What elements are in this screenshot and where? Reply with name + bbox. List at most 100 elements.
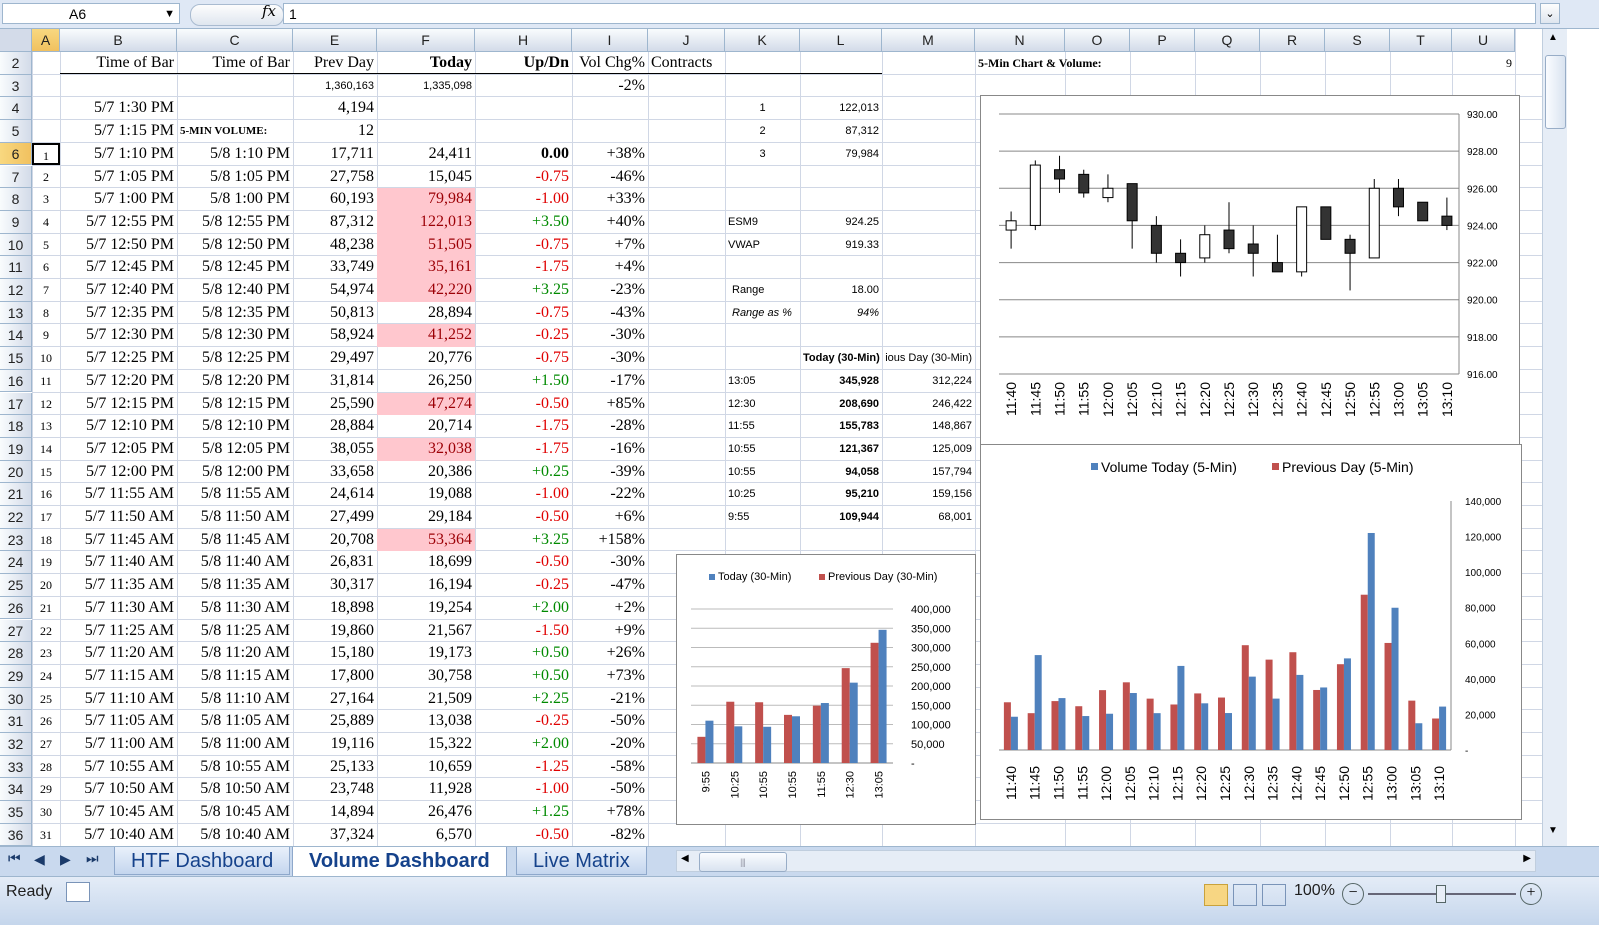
thirty-min-prev[interactable]: 125,009 bbox=[882, 438, 975, 461]
prev-day-volume-cell[interactable]: 29,497 bbox=[293, 347, 377, 370]
prev-time-cell[interactable]: 5/7 10:40 AM bbox=[60, 824, 177, 846]
row-number-cell[interactable]: 17 bbox=[32, 506, 60, 529]
total-prev-day[interactable]: 1,360,163 bbox=[293, 75, 377, 98]
vwap-value[interactable]: 919.33 bbox=[800, 234, 882, 257]
up-dn-cell[interactable]: 0.00 bbox=[475, 143, 572, 166]
today-time-cell[interactable]: 5/8 12:55 PM bbox=[177, 211, 293, 234]
today-time-cell[interactable]: 5/8 11:10 AM bbox=[177, 688, 293, 711]
thirty-min-prev[interactable]: 312,224 bbox=[882, 370, 975, 393]
up-dn-cell[interactable]: -0.50 bbox=[475, 506, 572, 529]
scroll-left-icon[interactable]: ◀ bbox=[681, 853, 689, 864]
row-header-8[interactable]: 8 bbox=[0, 188, 32, 211]
prev-day-volume-cell[interactable]: 37,324 bbox=[293, 824, 377, 846]
prev-day-volume-cell[interactable]: 27,499 bbox=[293, 506, 377, 529]
prev-day-volume-cell[interactable]: 48,238 bbox=[293, 234, 377, 257]
page-layout-view-icon[interactable] bbox=[1233, 884, 1257, 906]
prev-day-volume-cell[interactable]: 27,758 bbox=[293, 166, 377, 189]
row-number-cell[interactable]: 3 bbox=[32, 188, 60, 211]
today-volume-cell[interactable]: 41,252 bbox=[377, 324, 475, 348]
thirty-min-time[interactable]: 11:55 bbox=[725, 415, 800, 438]
today-volume-cell[interactable]: 26,250 bbox=[377, 370, 475, 393]
prev-day-volume-cell[interactable]: 38,055 bbox=[293, 438, 377, 461]
scroll-up-icon[interactable]: ▲ bbox=[1548, 32, 1558, 43]
column-header-o[interactable]: O bbox=[1065, 29, 1130, 52]
prev-day-volume-cell[interactable]: 27,164 bbox=[293, 688, 377, 711]
column-header-k[interactable]: K bbox=[725, 29, 800, 52]
prev-time-cell[interactable]: 5/7 11:15 AM bbox=[60, 665, 177, 688]
thirty-min-time[interactable]: 10:55 bbox=[725, 461, 800, 484]
row-number-cell[interactable]: 12 bbox=[32, 393, 60, 416]
today-time-cell[interactable]: 5/8 1:00 PM bbox=[177, 188, 293, 211]
today-volume-cell[interactable]: 19,254 bbox=[377, 597, 475, 620]
thirty-min-today[interactable]: 94,058 bbox=[800, 461, 882, 484]
vol-chg-cell[interactable]: -20% bbox=[572, 733, 648, 756]
prev-time-cell[interactable]: 5/7 10:55 AM bbox=[60, 756, 177, 779]
prev-day-volume-cell[interactable]: 60,193 bbox=[293, 188, 377, 211]
header-prev-day[interactable]: Prev Day bbox=[293, 52, 377, 75]
rank-value-cell[interactable]: 87,312 bbox=[800, 120, 882, 143]
prev-day-volume-cell[interactable]: 54,974 bbox=[293, 279, 377, 302]
today-time-cell[interactable]: 5/8 12:40 PM bbox=[177, 279, 293, 302]
up-dn-cell[interactable]: +2.25 bbox=[475, 688, 572, 711]
prev-day-volume-cell[interactable]: 15,180 bbox=[293, 642, 377, 665]
prev-time-cell[interactable]: 5/7 12:15 PM bbox=[60, 393, 177, 416]
today-volume-cell[interactable]: 13,038 bbox=[377, 710, 475, 733]
header-contracts[interactable]: Contracts bbox=[648, 52, 725, 75]
up-dn-cell[interactable]: +2.00 bbox=[475, 733, 572, 756]
prev-time-cell[interactable]: 5/7 11:05 AM bbox=[60, 710, 177, 733]
column-header-f[interactable]: F bbox=[377, 29, 475, 52]
today-volume-cell[interactable]: 29,184 bbox=[377, 506, 475, 529]
up-dn-cell[interactable]: -1.00 bbox=[475, 188, 572, 211]
row-number-cell[interactable]: 24 bbox=[32, 665, 60, 688]
today-time-cell[interactable]: 5/8 11:00 AM bbox=[177, 733, 293, 756]
vol-chg-cell[interactable]: +33% bbox=[572, 188, 648, 211]
up-dn-cell[interactable]: -1.00 bbox=[475, 778, 572, 801]
thirty-min-today[interactable]: 155,783 bbox=[800, 415, 882, 438]
row-header-6[interactable]: 6 bbox=[0, 142, 32, 166]
prev-time-cell[interactable]: 5/7 12:05 PM bbox=[60, 438, 177, 461]
vol-chg-cell[interactable]: +73% bbox=[572, 665, 648, 688]
header-time-of-bar[interactable]: Time of Bar bbox=[60, 52, 177, 75]
scroll-down-icon[interactable]: ▼ bbox=[1548, 825, 1558, 836]
column-header-s[interactable]: S bbox=[1325, 29, 1390, 52]
row-number-cell[interactable]: 20 bbox=[32, 574, 60, 597]
candlestick-chart[interactable]: 916.00 918.00 920.00 922.00 924.00 926.00 928.… bbox=[980, 95, 1520, 445]
vol-chg-cell[interactable]: -30% bbox=[572, 551, 648, 574]
column-header-m[interactable]: M bbox=[882, 29, 975, 52]
today-volume-cell[interactable]: 20,386 bbox=[377, 461, 475, 484]
today-time-cell[interactable]: 5/8 11:15 AM bbox=[177, 665, 293, 688]
today-time-cell[interactable]: 5/8 11:35 AM bbox=[177, 574, 293, 597]
rank-cell[interactable]: 3 bbox=[725, 143, 800, 166]
today-volume-cell[interactable]: 19,088 bbox=[377, 483, 475, 506]
today-volume-cell[interactable]: 122,013 bbox=[377, 210, 475, 234]
up-dn-cell[interactable]: +0.50 bbox=[475, 642, 572, 665]
today-time-cell[interactable]: 5/8 12:30 PM bbox=[177, 324, 293, 347]
today-time-cell[interactable]: 5/8 12:00 PM bbox=[177, 461, 293, 484]
prev-day-volume-cell[interactable]: 25,590 bbox=[293, 393, 377, 416]
today-volume-cell[interactable]: 11,928 bbox=[377, 778, 475, 801]
today-volume-cell[interactable]: 18,699 bbox=[377, 551, 475, 574]
vol-chg-cell[interactable]: -21% bbox=[572, 688, 648, 711]
vol-chg-cell[interactable]: -30% bbox=[572, 347, 648, 370]
row-number-cell[interactable]: 13 bbox=[32, 415, 60, 438]
today-volume-cell[interactable]: 15,045 bbox=[377, 166, 475, 189]
row-header-11[interactable]: 11 bbox=[0, 256, 32, 279]
thirty-min-prev[interactable]: 157,794 bbox=[882, 461, 975, 484]
prev-sheet-icon[interactable]: ◀ bbox=[34, 852, 45, 869]
column-header-l[interactable]: L bbox=[800, 29, 882, 52]
today-volume-cell[interactable]: 19,173 bbox=[377, 642, 475, 665]
prev-day-volume-cell[interactable]: 19,860 bbox=[293, 620, 377, 643]
prev-day-volume-cell[interactable]: 58,924 bbox=[293, 324, 377, 347]
row-header-31[interactable]: 31 bbox=[0, 710, 32, 733]
vertical-scrollbar[interactable]: ▲ ▼ bbox=[1542, 29, 1567, 846]
row-header-26[interactable]: 26 bbox=[0, 596, 32, 620]
cell-grid[interactable]: A B C E F H I J K L M N O P Q R S T U 2 3 4 5 6 7 8 9 10 11 12 13 14 15 1… bbox=[0, 29, 1542, 846]
thirty-min-today[interactable]: 109,944 bbox=[800, 506, 882, 529]
page-break-view-icon[interactable] bbox=[1262, 884, 1286, 906]
vol-chg-cell[interactable]: +38% bbox=[572, 143, 648, 166]
today-time-cell[interactable]: 5/8 11:50 AM bbox=[177, 506, 293, 529]
prev-day-volume-cell[interactable]: 26,831 bbox=[293, 551, 377, 574]
scroll-right-icon[interactable]: ▶ bbox=[1523, 853, 1531, 864]
up-dn-cell[interactable]: -0.75 bbox=[475, 302, 572, 325]
prev-time-cell[interactable]: 5/7 12:45 PM bbox=[60, 256, 177, 279]
